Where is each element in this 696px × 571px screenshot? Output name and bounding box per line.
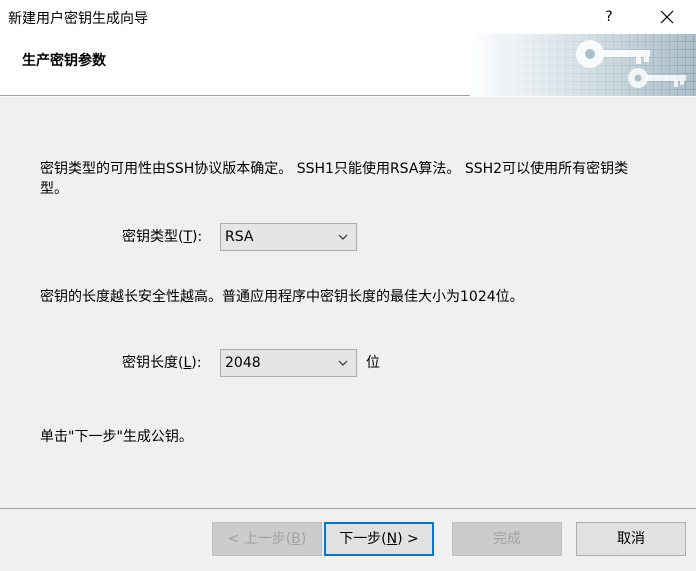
key-type-select[interactable]: RSA [220,223,357,251]
wizard-header: 生产密钥参数 [0,34,696,96]
back-button[interactable]: < 上一步(B) [212,522,322,556]
key-length-select[interactable]: 2048 [220,349,357,377]
key-type-label: 密钥类型(T): [122,229,203,245]
title-bar: 新建用户密钥生成向导 ? [0,0,696,34]
key-length-description: 密钥的长度越长安全性越高。普通应用程序中密钥长度的最佳大小为1024位。 [40,289,524,305]
wizard-footer: < 上一步(B) 下一步(N) > 完成 取消 [0,508,696,571]
next-button[interactable]: 下一步(N) > [324,522,434,556]
help-icon: ? [605,9,613,25]
keys-banner-image [470,34,696,96]
key-length-label: 密钥长度(L): [122,355,202,371]
page-title: 生产密钥参数 [22,53,106,69]
cancel-button[interactable]: 取消 [576,522,686,556]
key-length-value: 2048 [225,355,261,371]
window-title: 新建用户密钥生成向导 [8,11,148,27]
next-step-hint: 单击"下一步"生成公钥。 [40,429,193,445]
key-type-description: 密钥类型的可用性由SSH协议版本确定。 SSH1只能使用RSA算法。 SSH2可… [40,161,629,197]
chevron-down-icon [338,360,348,366]
help-button[interactable]: ? [594,3,624,31]
key-type-value: RSA [225,229,254,245]
close-button[interactable] [648,3,686,31]
key-length-unit: 位 [366,355,380,371]
close-icon [660,10,674,24]
chevron-down-icon [338,234,348,240]
wizard-body: 密钥类型的可用性由SSH协议版本确定。 SSH1只能使用RSA算法。 SSH2可… [0,97,696,508]
finish-button[interactable]: 完成 [452,522,562,556]
